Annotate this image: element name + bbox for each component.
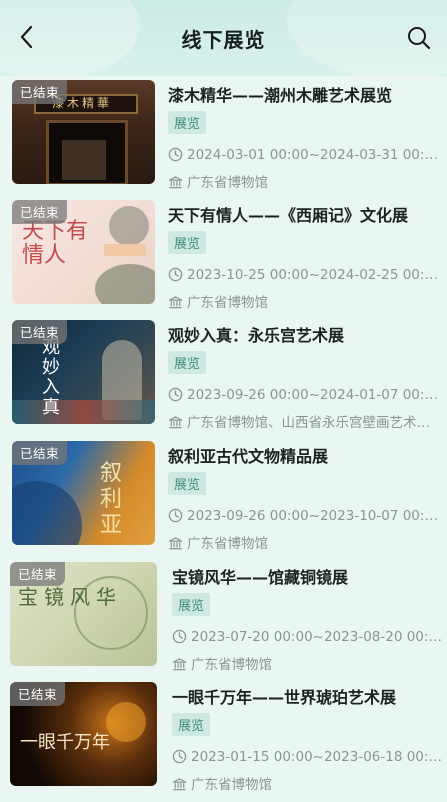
exhibition-date: 2023-09-26 00:00~2023-10-07 00:00 (168, 508, 440, 524)
poster-text: 天下有情人 (22, 219, 89, 268)
exhibition-title[interactable]: 漆木精华——潮州木雕艺术展览 (168, 82, 440, 106)
exhibition-venue: 广东省博物馆 (172, 773, 444, 793)
status-badge: 已结束 (12, 320, 68, 344)
category-tag: 展览 (168, 472, 207, 495)
exhibition-date: 2023-07-20 00:00~2023-08-20 00:00 (172, 629, 444, 645)
venue-text: 广东省博物馆 (187, 175, 268, 191)
category-tag: 展览 (172, 713, 211, 736)
venue-text: 广东省博物馆 (187, 295, 268, 311)
exhibition-venue: 广东省博物馆、山西省永乐宫壁画艺术博物馆 (168, 411, 440, 431)
exhibition-poster: 宝镜风华 已结束 (10, 562, 157, 666)
exhibition-date: 2023-09-26 00:00~2024-01-07 00:00 (168, 387, 440, 403)
clock-icon (168, 387, 183, 402)
exhibition-venue: 广东省博物馆 (168, 171, 440, 191)
venue-text: 广东省博物馆 (191, 777, 272, 793)
exhibition-title[interactable]: 叙利亚古代文物精品展 (168, 443, 440, 467)
museum-icon (172, 658, 187, 671)
venue-text: 广东省博物馆 (187, 536, 268, 552)
museum-icon (168, 296, 183, 309)
date-text: 2023-10-25 00:00~2024-02-25 00:00 (187, 267, 440, 283)
status-badge: 已结束 (12, 441, 68, 465)
exhibition-date: 2024-03-01 00:00~2024-03-31 00:00 (168, 147, 440, 163)
poster-text: 宝镜风华 (18, 585, 122, 609)
museum-icon (172, 778, 187, 791)
exhibition-poster: 观妙入真 已结束 (12, 320, 155, 424)
exhibition-card[interactable]: 观妙入真 已结束 观妙入真：永乐宫艺术展 展览 2023-09-26 00:00… (0, 316, 447, 436)
exhibition-card[interactable]: 叙利亚 已结束 叙利亚古代文物精品展 展览 2023-09-26 00:00~2… (0, 437, 447, 557)
status-badge: 已结束 (10, 682, 66, 706)
museum-icon (168, 416, 183, 429)
category-tag: 展览 (168, 231, 207, 254)
search-button[interactable] (405, 24, 433, 52)
museum-icon (168, 537, 183, 550)
category-tag: 展览 (172, 593, 211, 616)
exhibition-list[interactable]: 漆木精華 已结束 漆木精华——潮州木雕艺术展览 展览 2024-03-01 00… (0, 76, 447, 802)
exhibition-title[interactable]: 宝镜风华——馆藏铜镜展 (172, 564, 444, 588)
exhibition-date: 2023-01-15 00:00~2023-06-18 00:00 (172, 749, 444, 765)
poster-text: 观妙入真 (42, 337, 60, 418)
search-icon (408, 27, 431, 50)
date-text: 2023-09-26 00:00~2024-01-07 00:00 (187, 387, 440, 403)
exhibition-title[interactable]: 观妙入真：永乐宫艺术展 (168, 322, 440, 346)
exhibition-date: 2023-10-25 00:00~2024-02-25 00:00 (168, 267, 440, 283)
top-bar: 线下展览 (0, 0, 447, 76)
exhibition-venue: 广东省博物馆 (172, 653, 444, 673)
category-tag: 展览 (168, 111, 207, 134)
clock-icon (168, 147, 183, 162)
clock-icon (172, 749, 187, 764)
exhibition-card[interactable]: 一眼千万年 已结束 一眼千万年——世界琥珀艺术展 展览 2023-01-15 0… (0, 678, 447, 798)
exhibition-card[interactable]: 天下有情人 已结束 天下有情人——《西厢记》文化展 展览 2023-10-25 … (0, 196, 447, 316)
date-text: 2023-07-20 00:00~2023-08-20 00:00 (191, 629, 444, 645)
date-text: 2024-03-01 00:00~2024-03-31 00:00 (187, 147, 440, 163)
exhibition-poster: 漆木精華 已结束 (12, 80, 155, 184)
venue-text: 广东省博物馆、山西省永乐宫壁画艺术博物馆 (187, 415, 440, 431)
page-title: 线下展览 (181, 28, 266, 52)
poster-text: 叙利亚 (100, 461, 123, 538)
exhibition-venue: 广东省博物馆 (168, 291, 440, 311)
poster-text: 一眼千万年 (20, 732, 110, 753)
date-text: 2023-09-26 00:00~2023-10-07 00:00 (187, 508, 440, 524)
exhibition-title[interactable]: 一眼千万年——世界琥珀艺术展 (172, 684, 444, 708)
status-badge: 已结束 (12, 80, 68, 104)
venue-text: 广东省博物馆 (191, 657, 272, 673)
museum-icon (168, 176, 183, 189)
exhibition-poster: 叙利亚 已结束 (12, 441, 155, 545)
clock-icon (168, 508, 183, 523)
status-badge: 已结束 (12, 200, 68, 224)
clock-icon (168, 267, 183, 282)
clock-icon (172, 629, 187, 644)
status-badge: 已结束 (10, 562, 66, 586)
exhibition-poster: 天下有情人 已结束 (12, 200, 155, 304)
exhibition-venue: 广东省博物馆 (168, 532, 440, 552)
exhibition-poster: 一眼千万年 已结束 (10, 682, 157, 786)
exhibition-card[interactable]: 宝镜风华 已结束 宝镜风华——馆藏铜镜展 展览 2023-07-20 00:00… (0, 558, 447, 678)
exhibition-title[interactable]: 天下有情人——《西厢记》文化展 (168, 202, 440, 226)
category-tag: 展览 (168, 351, 207, 374)
date-text: 2023-01-15 00:00~2023-06-18 00:00 (191, 749, 444, 765)
exhibition-card[interactable]: 漆木精華 已结束 漆木精华——潮州木雕艺术展览 展览 2024-03-01 00… (0, 76, 447, 196)
